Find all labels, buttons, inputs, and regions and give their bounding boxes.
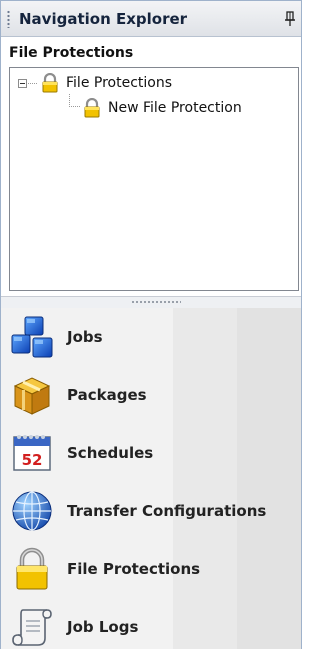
svg-text:52: 52	[22, 451, 43, 469]
navigation-explorer-panel: Navigation Explorer File Protections Fil…	[0, 0, 302, 649]
tree-connector	[28, 83, 37, 84]
pin-icon[interactable]	[283, 10, 297, 28]
lock-icon	[42, 73, 58, 93]
blue-cubes-icon	[11, 316, 53, 358]
collapse-toggle-icon[interactable]	[18, 79, 27, 88]
panel-title-bar[interactable]: Navigation Explorer	[1, 1, 301, 37]
nav-item-label: Packages	[67, 386, 147, 404]
section-header: File Protections	[9, 45, 134, 61]
panel-title: Navigation Explorer	[19, 10, 188, 28]
nav-item-label: File Protections	[67, 560, 201, 578]
calendar-icon: 52	[13, 435, 51, 471]
padlock-icon	[16, 547, 48, 590]
nav-item-transfer-configurations[interactable]: Transfer Configurations	[1, 482, 301, 540]
navigation-pane-buttons: Jobs Packages 52 Schedules Transfer Conf…	[1, 308, 301, 649]
globe-icon	[12, 491, 52, 531]
package-box-icon	[13, 377, 51, 415]
splitter-grip	[131, 301, 181, 303]
nav-item-schedules[interactable]: 52 Schedules	[1, 424, 301, 482]
drag-grip[interactable]	[7, 10, 10, 28]
nav-item-packages[interactable]: Packages	[1, 366, 301, 424]
tree-node-child[interactable]: New File Protection	[82, 98, 242, 118]
nav-item-jobs[interactable]: Jobs	[1, 308, 301, 366]
nav-item-label: Schedules	[67, 444, 154, 462]
lock-icon	[84, 98, 100, 118]
tree-node-root[interactable]: File Protections	[40, 73, 172, 93]
nav-item-label: Job Logs	[67, 618, 139, 636]
nav-item-file-protections[interactable]: File Protections	[1, 540, 301, 598]
tree-node-label: File Protections	[66, 75, 172, 91]
scroll-icon	[12, 609, 52, 646]
tree-node-label: New File Protection	[108, 100, 242, 116]
nav-item-label: Jobs	[67, 328, 103, 346]
nav-item-label: Transfer Configurations	[67, 502, 267, 520]
file-protections-tree[interactable]: File Protections New File Protection	[9, 67, 299, 291]
tree-connector	[69, 106, 80, 108]
nav-item-job-logs[interactable]: Job Logs	[1, 598, 301, 656]
